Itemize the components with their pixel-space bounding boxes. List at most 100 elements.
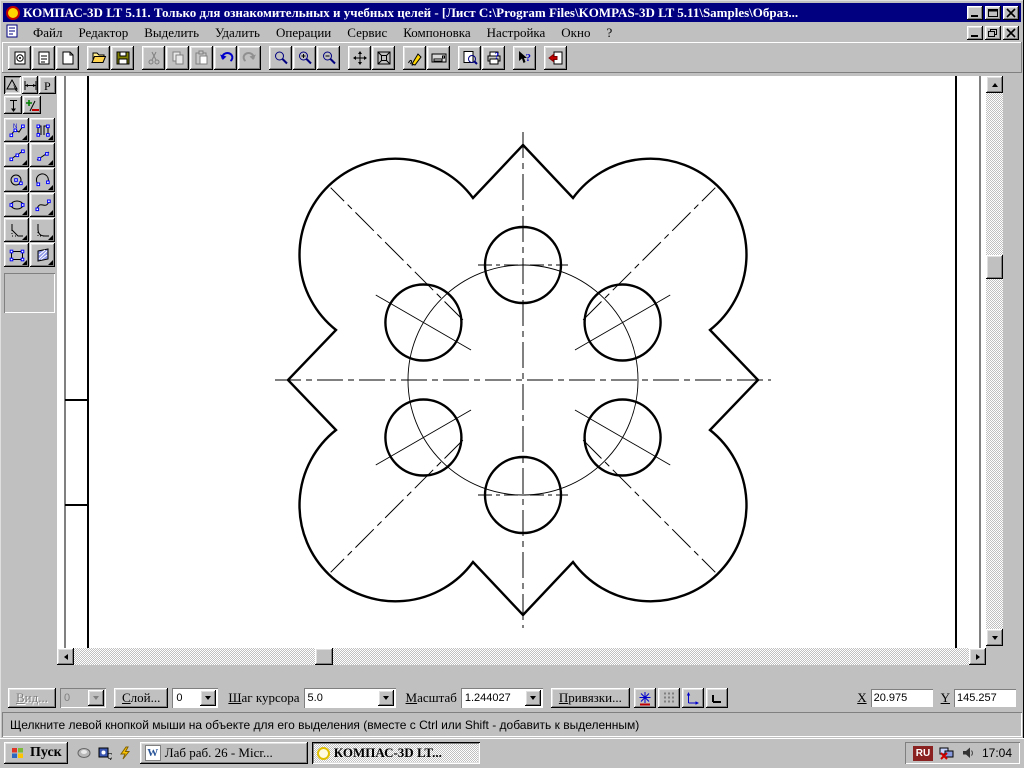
print-preview-button[interactable] — [458, 45, 481, 70]
icq-icon[interactable]: Q — [98, 746, 112, 760]
kompas-app-icon[interactable] — [6, 5, 20, 20]
menu-delete[interactable]: Удалить — [207, 24, 268, 42]
drawing-canvas[interactable] — [57, 76, 986, 648]
grid-toggle[interactable] — [657, 688, 680, 708]
redraw-button[interactable] — [403, 45, 426, 70]
view-combo[interactable]: 0 — [60, 688, 106, 708]
geometry-toolbar: N — [4, 118, 57, 267]
new-sheet-button[interactable] — [8, 45, 31, 70]
print-button[interactable]: ? — [482, 45, 505, 70]
cut-button[interactable] — [142, 45, 165, 70]
zoom-out-button[interactable] — [317, 45, 340, 70]
scroll-left-button[interactable] — [57, 648, 74, 665]
geometry-mode-button[interactable] — [4, 76, 21, 94]
attach-button[interactable] — [4, 96, 22, 114]
maximize-button[interactable] — [985, 5, 1001, 20]
minimize-button[interactable] — [967, 5, 983, 20]
circle-tool[interactable] — [4, 168, 29, 192]
arc-tool[interactable] — [30, 168, 55, 192]
open-button[interactable] — [87, 45, 110, 70]
snaps-button[interactable]: Привязки... — [550, 688, 630, 708]
menu-service[interactable]: Сервис — [339, 24, 395, 42]
winamp-icon[interactable] — [118, 746, 132, 760]
dimensions-mode-button[interactable] — [21, 76, 39, 94]
window-title: КОМПАС-3D LT 5.11. Только для ознакомите… — [23, 4, 799, 20]
windows-logo-icon — [12, 748, 23, 758]
start-button[interactable]: Пуск — [4, 742, 68, 764]
clock[interactable]: 17:04 — [982, 746, 1012, 760]
child-minimize-button[interactable] — [967, 25, 983, 40]
menu-layout[interactable]: Компоновка — [395, 24, 478, 42]
scrollbar-corner — [986, 648, 1003, 665]
snap-toggle[interactable] — [633, 688, 656, 708]
new-document-button[interactable] — [56, 45, 79, 70]
task-kompas-button[interactable]: КОМПАС-3D LT... — [311, 742, 480, 764]
menu-window[interactable]: Окно — [553, 24, 598, 42]
local-cs-toggle[interactable] — [681, 688, 704, 708]
hatch-tool[interactable] — [30, 243, 55, 267]
scroll-down-button[interactable] — [986, 629, 1003, 646]
horizontal-scrollbar[interactable] — [57, 648, 986, 665]
paste-button[interactable] — [190, 45, 213, 70]
titlebar: КОМПАС-3D LT 5.11. Только для ознакомите… — [3, 3, 1021, 22]
language-indicator[interactable]: RU — [912, 745, 933, 761]
special-panel-placeholder — [4, 273, 55, 313]
scroll-right-button[interactable] — [969, 648, 986, 665]
layer-combo[interactable]: 0 — [172, 688, 219, 708]
undo-button[interactable] — [214, 45, 237, 70]
x-coord-field[interactable]: 20.975 — [870, 689, 933, 707]
save-button[interactable] — [111, 45, 134, 70]
view-button[interactable]: Вид... — [8, 688, 56, 708]
ortho-toggle[interactable] — [705, 688, 728, 708]
menu-help[interactable]: ? — [598, 24, 620, 42]
y-coord-field[interactable]: 145.257 — [954, 689, 1016, 707]
vertical-scroll-thumb[interactable] — [986, 255, 1003, 279]
menu-file[interactable]: Файл — [25, 24, 71, 42]
child-close-button[interactable] — [1003, 25, 1019, 40]
menu-select[interactable]: Выделить — [136, 24, 207, 42]
scroll-up-button[interactable] — [986, 76, 1003, 93]
fit-view-button[interactable] — [372, 45, 395, 70]
segment-tool[interactable] — [4, 143, 29, 167]
bezier-tool[interactable] — [30, 193, 55, 217]
desktop-icon[interactable] — [76, 746, 92, 760]
zoom-window-button[interactable] — [269, 45, 292, 70]
menu-operations[interactable]: Операции — [268, 24, 339, 42]
horizontal-scroll-thumb[interactable] — [315, 648, 333, 665]
layer-button[interactable]: Слой... — [114, 688, 169, 708]
context-help-button[interactable]: ? — [513, 45, 536, 70]
cursor-step-combo[interactable]: 5.0 — [303, 688, 396, 708]
line-tool[interactable] — [30, 143, 55, 167]
menu-editor[interactable]: Редактор — [71, 24, 137, 42]
scale-combo[interactable]: 1.244027 — [460, 688, 543, 708]
p-mode-button[interactable]: P — [39, 76, 57, 94]
vertical-scrollbar[interactable] — [986, 76, 1003, 646]
control-panel-button[interactable] — [427, 45, 450, 70]
document-icon[interactable] — [6, 24, 19, 42]
scale-label: Масштаб — [405, 690, 457, 705]
point-polyline-tool[interactable]: N — [4, 118, 29, 142]
kompas-task-icon — [316, 746, 330, 760]
close-button[interactable] — [1003, 5, 1019, 20]
volume-icon[interactable] — [961, 745, 975, 761]
new-fragment-button[interactable] — [32, 45, 55, 70]
chamfer-tool[interactable] — [4, 218, 29, 242]
plus-minus-button[interactable] — [23, 96, 41, 114]
cursor-step-label: Шаг курсора — [228, 690, 300, 705]
redo-button[interactable] — [238, 45, 261, 70]
network-error-icon[interactable] — [938, 745, 956, 761]
copy-button[interactable] — [166, 45, 189, 70]
kompas-window: КОМПАС-3D LT 5.11. Только для ознакомите… — [0, 0, 1024, 768]
contour-tool[interactable] — [30, 118, 55, 142]
params-bar: Вид... 0 Слой... 0 Шаг курсора 5.0 Масшт… — [2, 684, 1022, 712]
fillet-tool[interactable] — [30, 218, 55, 242]
pan-button[interactable] — [348, 45, 371, 70]
svg-text:P: P — [44, 79, 51, 93]
child-restore-button[interactable] — [985, 25, 1001, 40]
exit-button[interactable] — [544, 45, 567, 70]
task-word-button[interactable]: W Лаб раб. 26 - Micr... — [139, 742, 308, 764]
zoom-in-button[interactable] — [293, 45, 316, 70]
menu-settings[interactable]: Настройка — [479, 24, 554, 42]
ellipse-tool[interactable] — [4, 193, 29, 217]
rectangle-tool[interactable] — [4, 243, 29, 267]
